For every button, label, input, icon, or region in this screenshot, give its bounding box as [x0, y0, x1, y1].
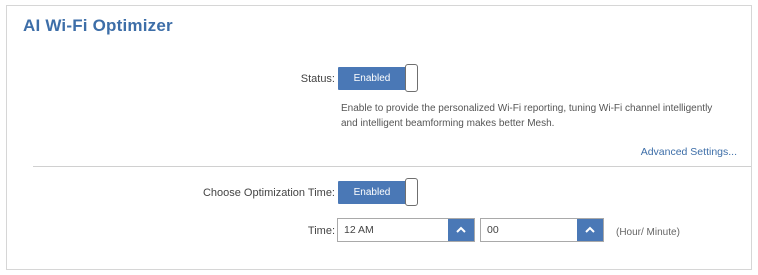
- page-title: AI Wi-Fi Optimizer: [23, 16, 173, 35]
- optimization-time-toggle[interactable]: Enabled: [338, 178, 420, 206]
- section-divider: [33, 166, 751, 167]
- optimization-time-label: Choose Optimization Time:: [202, 187, 335, 199]
- minute-select[interactable]: 00: [480, 218, 604, 242]
- hour-select-value: 12 AM: [344, 224, 374, 236]
- time-label: Time:: [307, 225, 335, 237]
- advanced-settings-link[interactable]: Advanced Settings...: [641, 146, 737, 158]
- toggle-knob[interactable]: [405, 64, 418, 92]
- optimization-toggle-text: Enabled: [338, 181, 406, 204]
- status-description: Enable to provide the personalized Wi-Fi…: [341, 103, 713, 129]
- status-toggle-text: Enabled: [338, 67, 406, 90]
- ai-wifi-optimizer-panel: AI Wi-Fi Optimizer Status: Enabled Enabl…: [6, 5, 752, 270]
- time-format-hint: (Hour/ Minute): [616, 227, 680, 238]
- chevron-up-icon: [456, 226, 466, 233]
- status-toggle[interactable]: Enabled: [338, 64, 420, 92]
- minute-dropdown-button[interactable]: [577, 219, 603, 241]
- status-label: Status:: [300, 73, 335, 85]
- toggle-knob[interactable]: [405, 178, 418, 206]
- chevron-up-icon: [585, 226, 595, 233]
- hour-select[interactable]: 12 AM: [337, 218, 475, 242]
- minute-select-value: 00: [487, 224, 499, 236]
- hour-dropdown-button[interactable]: [448, 219, 474, 241]
